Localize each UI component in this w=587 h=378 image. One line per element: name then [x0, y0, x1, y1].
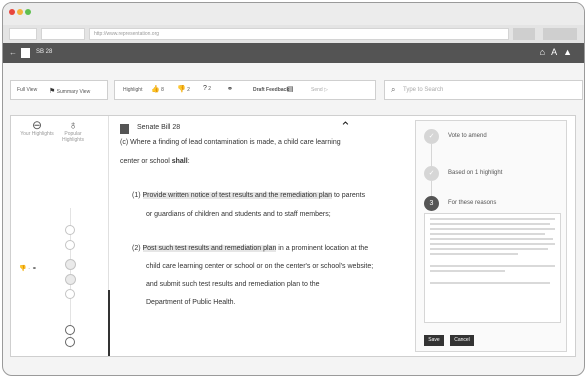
- highlights-rail: ⊖ Your Highlights ♁ Popular Highlights 👎…: [11, 116, 109, 356]
- disagree-link-icons[interactable]: 👎 · ⚭: [19, 265, 37, 272]
- browser-nav-box[interactable]: [41, 28, 85, 40]
- cancel-button[interactable]: Cancel: [450, 335, 474, 346]
- search-placeholder: Type to Search: [403, 87, 444, 93]
- document-paragraph: child care learning center or school or …: [146, 263, 374, 270]
- browser-toolbar: http://www.representation.org: [3, 25, 584, 43]
- thumbs-up-icon: 👍: [151, 86, 160, 93]
- step-number: 3: [424, 196, 439, 211]
- document-paragraph: (c) Where a finding of lead contaminatio…: [120, 134, 341, 152]
- link-icon: ⚭: [31, 266, 37, 272]
- thumbs-up-count: 8: [161, 87, 164, 93]
- document-paragraph: (2) Post such test results and remediati…: [132, 240, 368, 258]
- highlight-marker[interactable]: [65, 289, 75, 299]
- link-button[interactable]: ⚭: [227, 85, 233, 93]
- highlight-marker[interactable]: [65, 337, 75, 347]
- document-paragraph: and submit such test results and remedia…: [146, 281, 320, 288]
- view-toggle: Full View ⚑ Summary View: [10, 80, 108, 100]
- question-button[interactable]: ? 2: [203, 85, 211, 92]
- reasons-textarea[interactable]: [424, 213, 561, 323]
- highlight-marker[interactable]: [65, 240, 75, 250]
- full-view-button[interactable]: Full View: [17, 87, 37, 93]
- thumbs-down-icon: 👎: [177, 86, 186, 93]
- thumbs-up-button[interactable]: 👍 8: [151, 85, 164, 93]
- user-icon: ⊖: [31, 118, 43, 132]
- text-size-icon[interactable]: A: [551, 47, 563, 57]
- check-icon: ✓: [424, 166, 439, 181]
- highlighted-text[interactable]: Post such test results and remediation p…: [142, 245, 277, 252]
- flag-icon: ⚑: [49, 88, 56, 95]
- chevron-up-icon[interactable]: ⌃: [340, 119, 351, 135]
- intro-colon: :: [187, 158, 190, 165]
- selection-indicator: [108, 290, 110, 356]
- feedback-doc-button[interactable]: ▤: [287, 85, 294, 93]
- back-forward-buttons[interactable]: [9, 28, 37, 40]
- url-bar[interactable]: http://www.representation.org: [89, 28, 509, 40]
- popular-icon: ♁: [68, 118, 78, 132]
- send-label: Send: [311, 87, 323, 93]
- step-connector: [431, 144, 432, 166]
- item-number: (1): [132, 192, 143, 199]
- question-count: 2: [208, 86, 212, 92]
- search-input[interactable]: ⌕ Type to Search: [384, 80, 583, 100]
- app-window: http://www.representation.org ← SB 28 ⌂A…: [2, 2, 585, 376]
- step-label: Vote to amend: [448, 133, 487, 139]
- search-icon: ⌕: [391, 85, 396, 94]
- shall-text: shall: [171, 158, 188, 165]
- send-arrow-icon: ▷: [324, 87, 328, 93]
- document-paragraph: (1) Provide written notice of test resul…: [132, 187, 365, 205]
- highlight-label: Highlight: [123, 87, 143, 93]
- item-text: in a prominent location at the: [276, 245, 369, 252]
- close-window-icon[interactable]: [9, 9, 15, 15]
- check-icon: ✓: [424, 129, 439, 144]
- thumbs-down-icon: 👎: [19, 266, 27, 272]
- your-highlights-label: Your Highlights: [20, 131, 54, 137]
- draft-feedback-button[interactable]: Draft Feedback: [253, 87, 289, 93]
- highlighted-text[interactable]: Provide written notice of test results a…: [142, 192, 332, 199]
- document-paragraph: or guardians of children and students an…: [146, 211, 331, 218]
- save-button[interactable]: Save: [424, 335, 444, 346]
- highlight-toolbar: Highlight 👍 8 👎 2 ? 2 ⚭ Draft Feedback ▤…: [114, 80, 376, 100]
- document-paragraph: Department of Public Health.: [146, 299, 236, 306]
- app-header: ← SB 28 ⌂A▲: [3, 43, 584, 63]
- step-connector: [431, 181, 432, 196]
- home-icon[interactable]: ⌂: [540, 47, 551, 57]
- popular-highlights-label: Popular Highlights: [62, 131, 84, 143]
- item-text: to parents: [332, 192, 366, 199]
- document-paragraph: center or school shall:: [120, 153, 190, 171]
- placeholder-text-lines: [430, 218, 555, 284]
- highlight-marker[interactable]: [65, 325, 75, 335]
- browser-menu-box[interactable]: [543, 28, 577, 40]
- header-icons: ⌂A▲: [540, 47, 578, 57]
- document-icon: [120, 124, 129, 134]
- main-panel: ⊖ Your Highlights ♁ Popular Highlights 👎…: [10, 115, 576, 357]
- item-number: (2): [132, 245, 143, 252]
- highlight-marker[interactable]: [65, 259, 76, 270]
- intro-text: (c) Where a finding of lead contaminatio…: [120, 139, 341, 146]
- thumbs-down-count: 2: [187, 87, 190, 93]
- notification-icon[interactable]: ▲: [563, 47, 578, 57]
- thumbs-down-button[interactable]: 👎 2: [177, 85, 190, 93]
- step-label: Based on 1 highlight: [448, 170, 503, 176]
- document-title: Senate Bill 28: [137, 124, 181, 131]
- summary-view-button[interactable]: ⚑ Summary View: [49, 87, 90, 95]
- highlight-marker[interactable]: [65, 225, 75, 235]
- summary-view-label: Summary View: [56, 89, 91, 95]
- feedback-sidebar: ✓ Vote to amend ✓ Based on 1 highlight 3…: [415, 120, 567, 352]
- back-arrow-icon[interactable]: ←: [9, 48, 17, 57]
- maximize-window-icon[interactable]: [25, 9, 31, 15]
- your-highlights-tab[interactable]: ⊖ Your Highlights: [17, 118, 57, 137]
- step-label: For these reasons: [448, 200, 497, 206]
- highlight-marker[interactable]: [65, 274, 76, 285]
- link-icon: ⚭: [227, 86, 233, 93]
- intro-text: center or school: [120, 158, 172, 165]
- feedback-doc-icon: ▤: [287, 86, 294, 93]
- app-title: SB 28: [36, 49, 53, 55]
- send-button[interactable]: Send ▷: [311, 87, 328, 93]
- browser-extension-box[interactable]: [513, 28, 535, 40]
- question-icon: ?: [203, 85, 207, 92]
- popular-highlights-tab[interactable]: ♁ Popular Highlights: [53, 118, 93, 143]
- browser-titlebar: [3, 3, 584, 25]
- document-icon: [21, 48, 30, 58]
- minimize-window-icon[interactable]: [17, 9, 23, 15]
